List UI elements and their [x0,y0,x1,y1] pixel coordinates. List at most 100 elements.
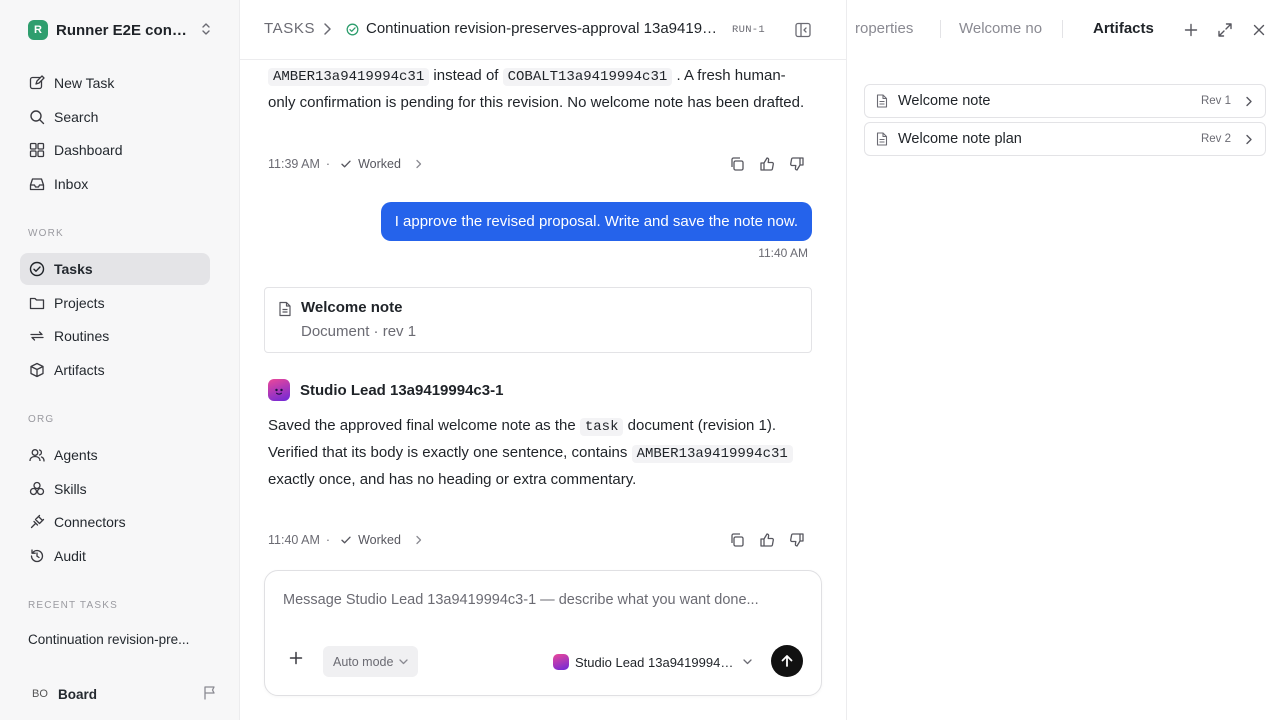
expand-icon[interactable] [1215,20,1235,40]
nav-label: Audit [54,548,86,564]
close-icon[interactable] [1249,20,1269,40]
section-label-org: ORG [28,414,55,425]
recent-task-item[interactable]: Continuation revision-pre... [28,632,218,647]
message-text-segment: Saved the approved final welcome note as… [268,417,576,434]
nav-inbox[interactable]: Inbox [20,168,210,200]
folder-icon [28,294,46,312]
artifact-item[interactable]: Welcome note plan Rev 2 [864,122,1266,156]
thumbs-down-icon[interactable] [788,155,806,173]
agent-select[interactable]: Studio Lead 13a9419994c... [553,651,753,673]
document-subtitle: Document · rev 1 [301,323,417,340]
worked-status[interactable]: Worked [358,533,401,547]
document-title: Welcome note [301,299,403,316]
avatar: BO [32,688,48,700]
tab-welcome-note[interactable]: Welcome no [959,20,1043,37]
message-text-segment: instead of [433,67,499,84]
tab-artifacts[interactable]: Artifacts [1093,20,1154,37]
nav-label: Agents [54,447,98,463]
nav-label: Dashboard [54,142,123,158]
separator-dot: · [325,157,331,171]
document-icon [876,132,888,146]
user-name: Board [58,686,98,702]
message-text-segment: exactly once, and has no heading or extr… [268,471,637,488]
user-menu[interactable]: BO Board [28,682,218,706]
nav-label: Inbox [54,176,89,192]
mode-label: Auto mode [333,654,394,669]
message-input[interactable] [283,592,803,608]
pencil-square-icon [28,74,46,92]
agent-header: Studio Lead 13a9419994c3-1 [268,379,503,401]
agent-name: Studio Lead 13a9419994c3-1 [300,381,504,399]
panel-tabs: roperties Welcome no Artifacts [847,0,1280,60]
copy-icon[interactable] [728,531,746,549]
nav-label: Tasks [54,261,93,277]
nav-agents[interactable]: Agents [20,439,210,471]
check-icon [340,534,352,546]
dashboard-icon [28,141,46,159]
chevron-right-icon [322,22,332,36]
task-conversation: TASKS Continuation revision-preserves-ap… [240,0,846,720]
chevron-up-down-icon [200,22,212,36]
artifact-name: Welcome note [898,93,991,109]
sidebar: R Runner E2E conti... New Task Search Da… [0,0,240,720]
chevron-right-icon[interactable] [415,535,423,545]
workspace-logo: R [28,20,48,40]
agent-avatar [553,654,569,670]
nav-artifacts[interactable]: Artifacts [20,354,210,386]
inline-code: AMBER13a9419994c31 [631,445,793,463]
nav-audit[interactable]: Audit [20,540,210,572]
right-panel: roperties Welcome no Artifacts Welcome n… [846,0,1280,720]
tab-divider [940,20,941,38]
nav-new-task[interactable]: New Task [20,67,210,99]
nav-routines[interactable]: Routines [20,320,210,352]
breadcrumb-tasks[interactable]: TASKS [264,20,315,37]
thumbs-up-icon[interactable] [758,531,776,549]
message-actions [728,531,806,549]
tab-properties[interactable]: roperties [855,20,925,37]
nav-projects[interactable]: Projects [20,287,210,319]
worked-status[interactable]: Worked [358,157,401,171]
separator-dot: · [325,533,331,547]
workspace-switcher[interactable]: R Runner E2E conti... [28,18,218,42]
nav-label: New Task [54,75,115,91]
section-label-recent: RECENT TASKS [28,600,118,611]
sidebar-panel-icon[interactable] [794,21,812,39]
users-icon [28,446,46,464]
nav-label: Connectors [54,514,126,530]
nav-tasks[interactable]: Tasks [20,253,210,285]
nav-skills[interactable]: Skills [20,473,210,505]
artifact-item[interactable]: Welcome note Rev 1 [864,84,1266,118]
thumbs-down-icon[interactable] [788,531,806,549]
user-message-bubble: I approve the revised proposal. Write an… [380,202,812,241]
nav-connectors[interactable]: Connectors [20,506,210,538]
nav-dashboard[interactable]: Dashboard [20,134,210,166]
agent-select-label: Studio Lead 13a9419994c... [575,654,737,670]
add-tab-icon[interactable] [1181,20,1201,40]
message-meta: 11:40 AM · Worked [268,530,423,550]
copy-icon[interactable] [728,155,746,173]
message-meta: 11:39 AM · Worked [268,154,423,174]
chevron-right-icon [1245,134,1253,145]
search-icon [28,108,46,126]
task-status-icon [346,23,359,36]
message-time: 11:40 AM [758,246,808,260]
artifact-name: Welcome note plan [898,131,1022,147]
thumbs-up-icon[interactable] [758,155,776,173]
agent-message-text: AMBER13a9419994c31 instead of COBALT13a9… [268,63,813,115]
chevron-right-icon[interactable] [415,159,423,169]
nav-label: Projects [54,295,105,311]
nav-search[interactable]: Search [20,101,210,133]
message-actions [728,155,806,173]
tab-divider [1062,20,1063,38]
send-button[interactable] [771,645,803,677]
inbox-icon [28,175,46,193]
plus-icon[interactable] [289,651,303,665]
history-icon [28,547,46,565]
document-card[interactable]: Welcome note Document · rev 1 [264,287,812,353]
topbar: TASKS Continuation revision-preserves-ap… [240,0,846,60]
nav-label: Routines [54,328,110,344]
section-label-work: WORK [28,228,64,239]
flag-icon[interactable] [202,685,218,701]
inline-code: COBALT13a9419994c31 [502,68,673,86]
mode-select[interactable]: Auto mode [323,646,419,677]
